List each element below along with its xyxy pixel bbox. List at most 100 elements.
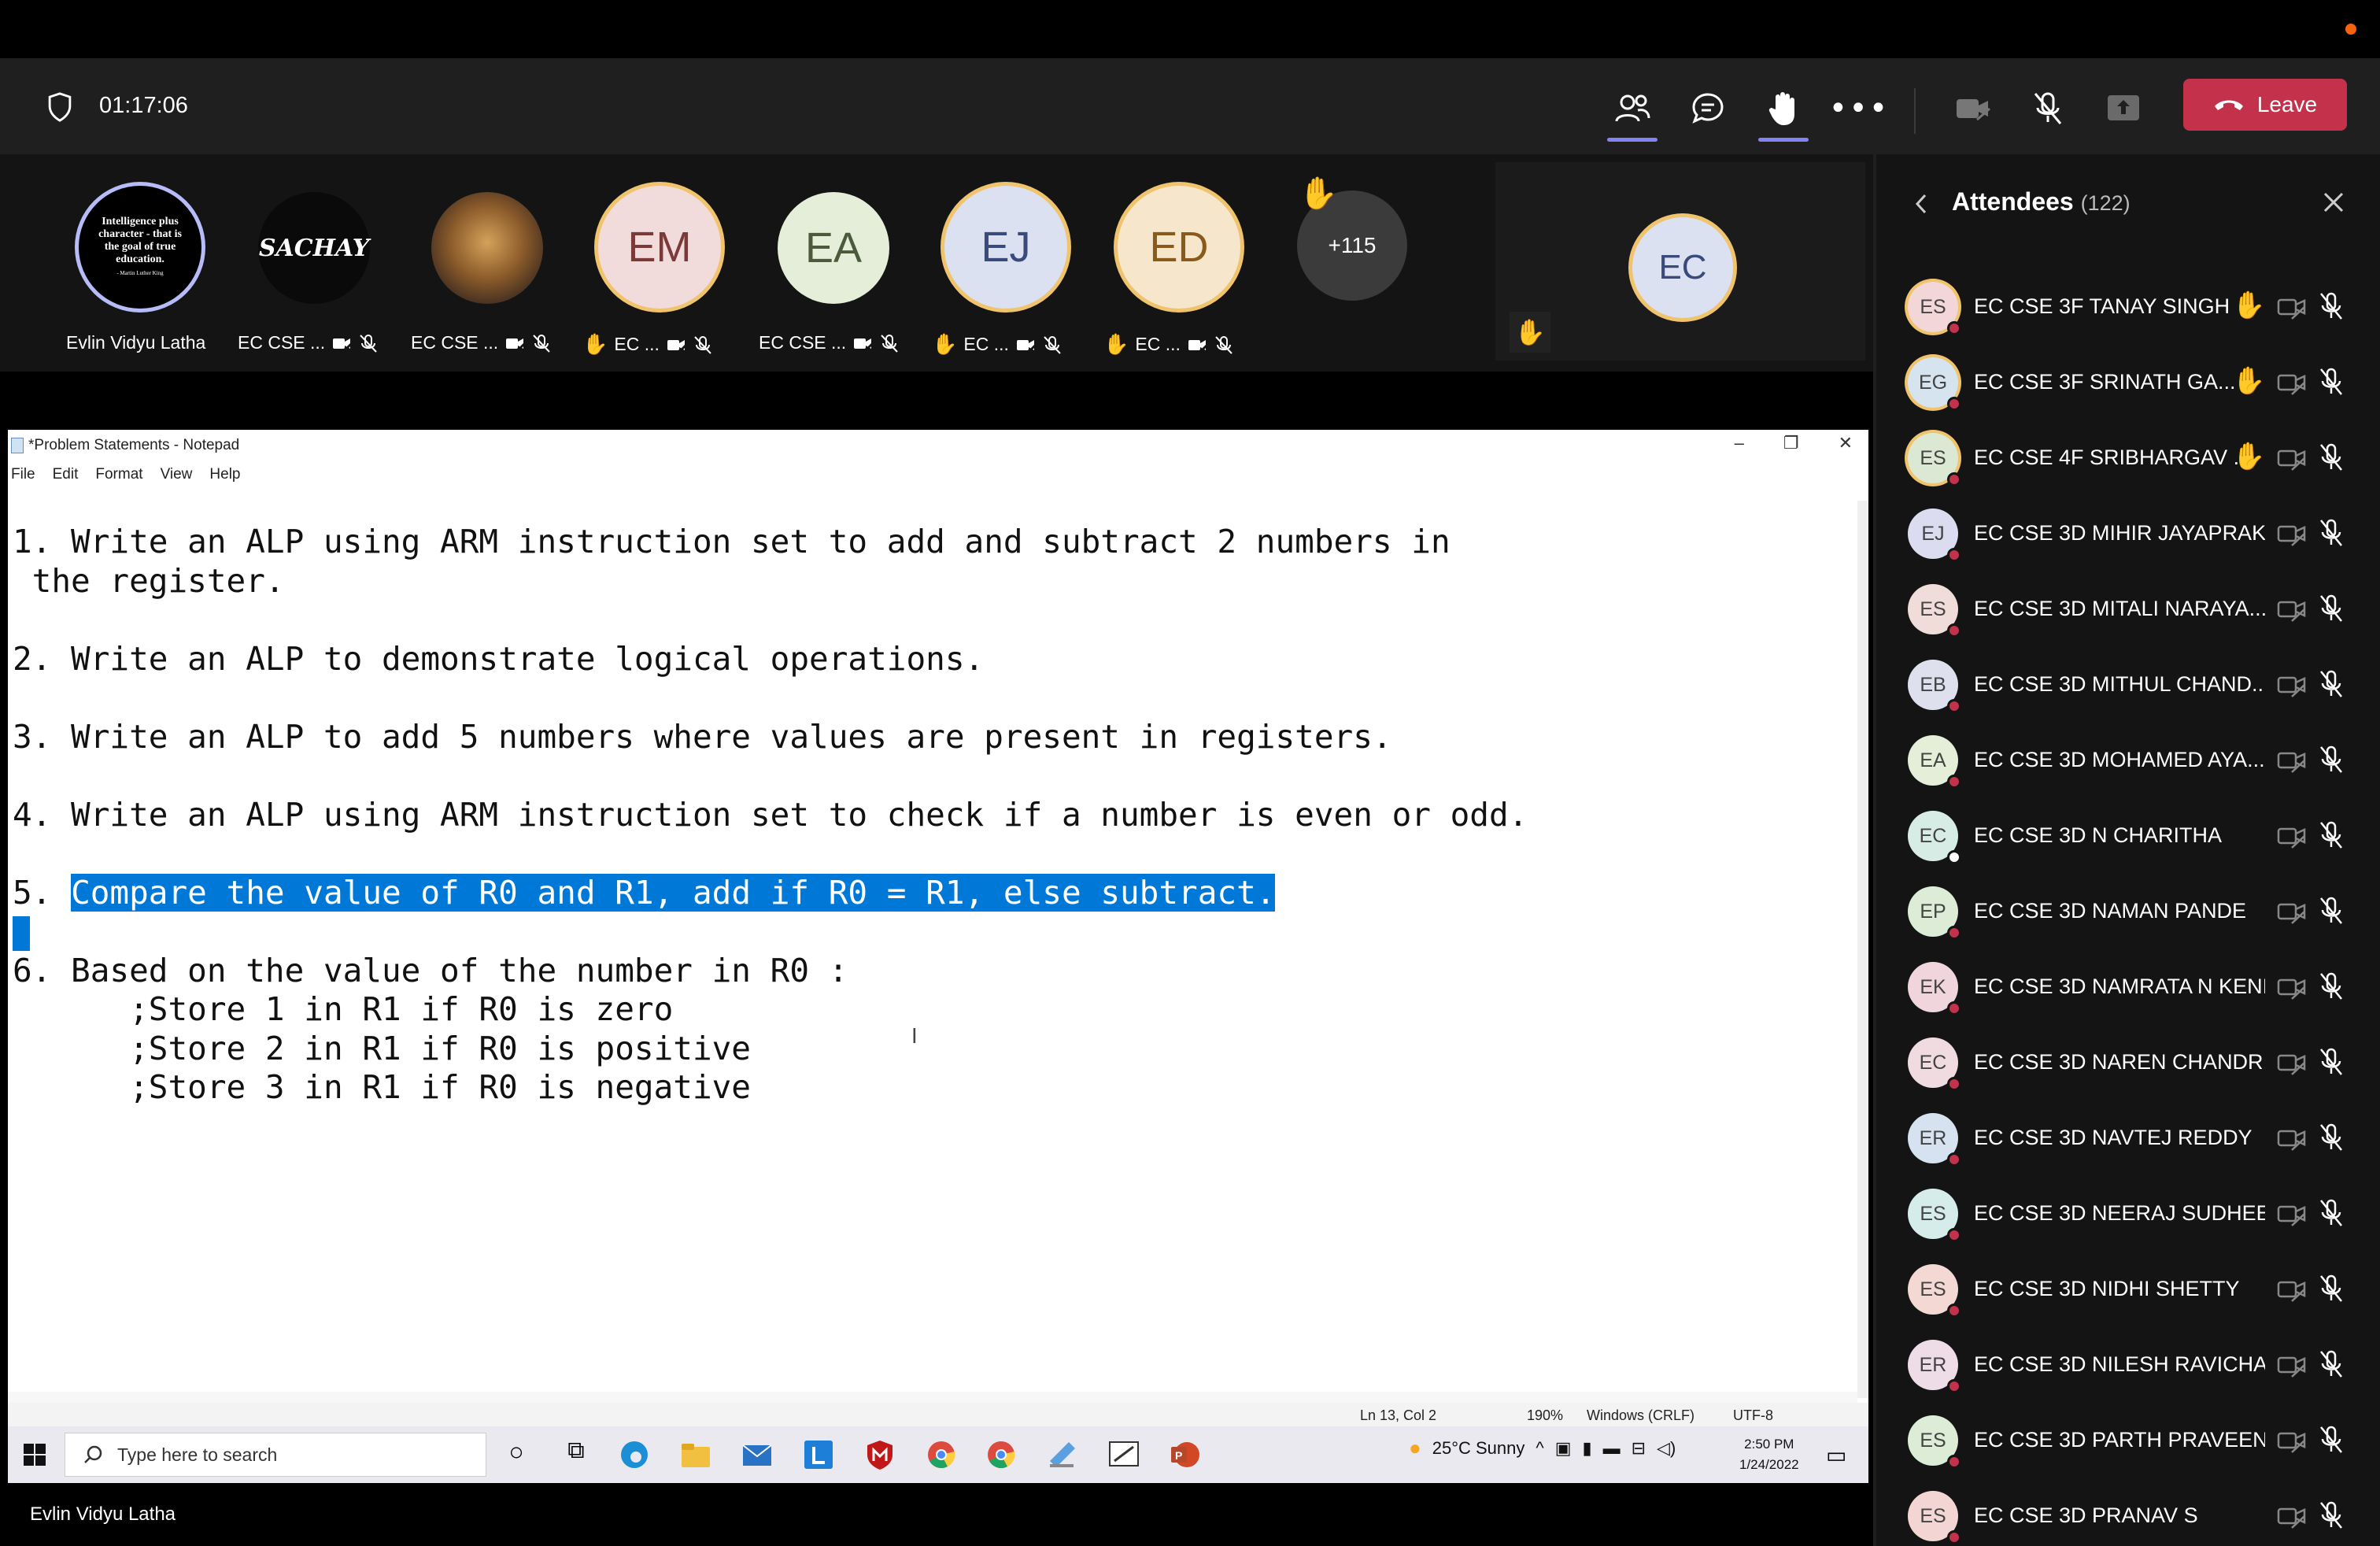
camera-off-icon — [2276, 1049, 2308, 1080]
mic-off-icon[interactable] — [2319, 820, 2344, 853]
attendee-row[interactable]: EC EC CSE 3D NAREN CHANDR... — [1876, 1025, 2380, 1100]
mic-off-icon[interactable] — [2319, 745, 2344, 778]
menu-file[interactable]: File — [11, 466, 35, 483]
avatar-initials: ES — [1920, 1429, 1946, 1452]
leave-button[interactable]: Leave — [2183, 79, 2347, 131]
attendee-row[interactable]: EA EC CSE 3D MOHAMED AYA... — [1876, 723, 2380, 798]
attendee-row[interactable]: ES EC CSE 3D NIDHI SHETTY — [1876, 1252, 2380, 1327]
mic-off-icon[interactable] — [2319, 1047, 2344, 1080]
participant-tile[interactable]: Intelligence plus character - that is th… — [66, 178, 224, 353]
chrome-icon[interactable] — [924, 1437, 959, 1472]
taskbar-search[interactable]: Type here to search — [65, 1433, 486, 1477]
network-icon[interactable]: ⊟ — [1632, 1438, 1646, 1459]
attendee-row[interactable]: EG EC CSE 3F SRINATH GA... ✋ — [1876, 345, 2380, 420]
share-screen-button[interactable] — [2095, 80, 2152, 137]
mic-off-icon[interactable] — [2319, 1123, 2344, 1156]
participant-tile[interactable]: EC CSE ... — [403, 178, 560, 353]
presence-status-dot — [1947, 397, 1961, 411]
weather-text[interactable]: 25°C Sunny — [1432, 1438, 1525, 1459]
mic-off-icon[interactable] — [2319, 1274, 2344, 1307]
participant-tile[interactable]: EJ ✋ EC ... — [915, 178, 1072, 356]
attendee-row[interactable]: EB EC CSE 3D MITHUL CHAND... — [1876, 647, 2380, 723]
mail-icon[interactable] — [740, 1437, 774, 1472]
camera-toggle-button[interactable] — [1944, 80, 2001, 137]
tray-chevron-icon[interactable]: ^ — [1536, 1438, 1543, 1459]
snipping-tool-icon[interactable] — [1107, 1437, 1141, 1472]
attendee-name: EC CSE 3D NAREN CHANDR... — [1974, 1050, 2265, 1074]
task-view-icon[interactable]: ⧉ — [559, 1437, 593, 1472]
battery-icon[interactable]: ▬ — [1603, 1438, 1621, 1459]
more-options-button[interactable]: ••• — [1829, 80, 1888, 137]
notifications-icon[interactable]: ▭ — [1826, 1442, 1846, 1468]
participant-tile[interactable]: SACHAY EC CSE ... — [235, 178, 392, 353]
overflow-participants[interactable]: +115 ✋ — [1267, 176, 1425, 351]
attendee-row[interactable]: ES EC CSE 3D MITALI NARAYA... — [1876, 571, 2380, 647]
chat-button[interactable] — [1680, 80, 1736, 137]
participant-tile[interactable]: ED ✋ EC ... — [1088, 178, 1245, 356]
horizontal-scrollbar[interactable] — [8, 1392, 1857, 1403]
edge-icon[interactable] — [617, 1437, 652, 1472]
attendees-count: (122) — [2080, 191, 2131, 215]
notepad-app-icon[interactable] — [1045, 1437, 1080, 1472]
attendee-row[interactable]: ES EC CSE 4F SRIBHARGAV ... ✋ — [1876, 420, 2380, 496]
attendee-row[interactable]: ER EC CSE 3D NAVTEJ REDDY — [1876, 1100, 2380, 1176]
minimize-icon[interactable]: – — [1735, 433, 1744, 453]
attendee-row[interactable]: EC EC CSE 3D N CHARITHA — [1876, 798, 2380, 874]
participant-name-text: EC CSE ... — [411, 332, 499, 353]
mic-off-icon[interactable] — [2319, 1500, 2344, 1533]
lync-icon[interactable] — [801, 1437, 836, 1472]
attendee-row[interactable]: EP EC CSE 3D NAMAN PANDE — [1876, 874, 2380, 949]
attendee-row[interactable]: ES EC CSE 3D PRANAV S — [1876, 1478, 2380, 1546]
mcafee-icon[interactable] — [863, 1437, 897, 1472]
menu-edit[interactable]: Edit — [53, 466, 79, 483]
self-view[interactable]: EC ✋ — [1495, 162, 1865, 361]
notepad-text-area[interactable]: 1. Write an ALP using ARM instruction se… — [13, 523, 1528, 1108]
mic-off-icon[interactable] — [2319, 442, 2344, 475]
mic-off-icon[interactable] — [2319, 1425, 2344, 1458]
mic-off-icon[interactable] — [2319, 896, 2344, 929]
mic-off-icon[interactable] — [2319, 291, 2344, 324]
close-icon[interactable] — [2322, 190, 2345, 214]
attendee-row[interactable]: ES EC CSE 3D PARTH PRAVEEN... — [1876, 1403, 2380, 1478]
attendee-row[interactable]: EK EC CSE 3D NAMRATA N KENI — [1876, 949, 2380, 1025]
clock-time: 2:50 PM — [1744, 1437, 1794, 1452]
menu-help[interactable]: Help — [209, 466, 240, 483]
powerpoint-icon[interactable]: P — [1168, 1437, 1203, 1472]
participant-tile[interactable]: EM ✋ EC ... — [568, 178, 726, 356]
mic-off-icon[interactable] — [2319, 1349, 2344, 1382]
attendee-row[interactable]: ES EC CSE 3D NEERAJ SUDHEER — [1876, 1176, 2380, 1252]
people-button[interactable] — [1604, 80, 1661, 142]
mic-off-icon[interactable] — [2319, 518, 2344, 551]
attendee-row[interactable]: ES EC CSE 3F TANAY SINGH ✋ — [1876, 269, 2380, 345]
camera-off-icon — [2276, 368, 2308, 400]
menu-format[interactable]: Format — [95, 466, 142, 483]
chrome-profile-icon[interactable] — [984, 1437, 1018, 1472]
participant-tile[interactable]: EA EC CSE ... — [743, 178, 900, 353]
back-chevron-icon[interactable] — [1913, 192, 1930, 216]
mic-off-icon[interactable] — [2319, 594, 2344, 627]
vertical-scrollbar[interactable] — [1857, 501, 1868, 1398]
shield-icon[interactable] — [46, 91, 74, 123]
mic-off-icon[interactable] — [2319, 971, 2344, 1004]
raised-hand-icon: ✋ — [2232, 441, 2266, 472]
notepad-title: *Problem Statements - Notepad — [28, 437, 240, 453]
mic-off-icon[interactable] — [2319, 367, 2344, 400]
raise-hand-button[interactable] — [1755, 80, 1812, 142]
tray-app-icon[interactable]: ▣ — [1555, 1438, 1572, 1459]
restore-icon[interactable]: ❐ — [1783, 433, 1799, 453]
close-icon[interactable]: ✕ — [1839, 433, 1853, 453]
windows-start-icon[interactable] — [24, 1444, 46, 1466]
mic-toggle-button[interactable] — [2020, 80, 2076, 137]
attendee-row[interactable]: EJ EC CSE 3D MIHIR JAYAPRAK... — [1876, 496, 2380, 571]
avatar: EA — [778, 192, 889, 304]
menu-view[interactable]: View — [161, 466, 193, 483]
file-explorer-icon[interactable] — [678, 1437, 713, 1472]
taskbar-clock[interactable]: 2:50 PM 1/24/2022 — [1739, 1434, 1799, 1475]
cortana-icon[interactable]: ○ — [499, 1437, 534, 1472]
avatar-initials: EC — [1658, 248, 1707, 287]
microphone-icon[interactable]: ▮ — [1583, 1438, 1592, 1459]
attendee-row[interactable]: ER EC CSE 3D NILESH RAVICHA... — [1876, 1327, 2380, 1403]
mic-off-icon[interactable] — [2319, 1198, 2344, 1231]
mic-off-icon[interactable] — [2319, 669, 2344, 702]
volume-icon[interactable]: ◁) — [1657, 1438, 1676, 1459]
